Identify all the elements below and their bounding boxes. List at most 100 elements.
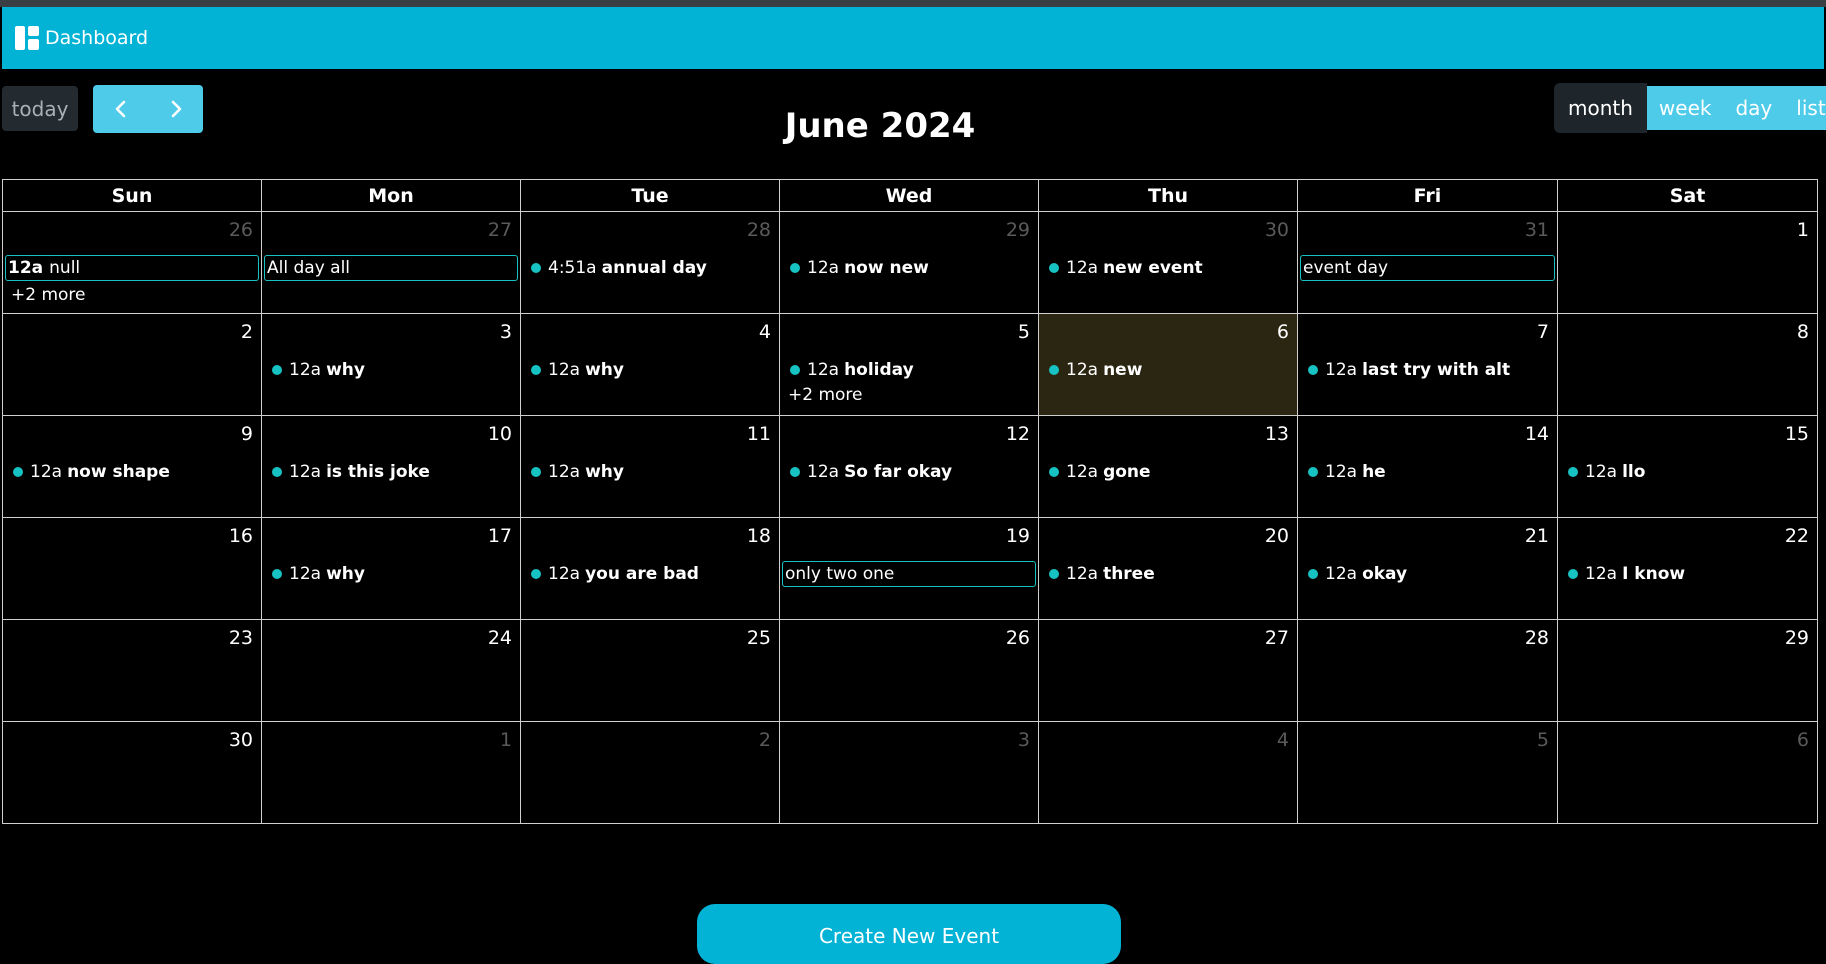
timed-event[interactable]: 12a gone bbox=[1041, 459, 1295, 485]
day-number[interactable]: 27 bbox=[488, 219, 512, 241]
day-number[interactable]: 10 bbox=[488, 423, 512, 445]
day-number[interactable]: 22 bbox=[1785, 525, 1809, 547]
day-number[interactable]: 29 bbox=[1785, 627, 1809, 649]
day-cell[interactable]: 28 bbox=[1297, 619, 1558, 722]
timed-event[interactable]: 12a now shape bbox=[5, 459, 259, 485]
day-cell[interactable]: 26 12a null +2 more bbox=[2, 211, 262, 314]
day-number[interactable]: 20 bbox=[1265, 525, 1289, 547]
day-cell[interactable]: 2 bbox=[2, 313, 262, 416]
day-number[interactable]: 25 bbox=[747, 627, 771, 649]
day-cell[interactable]: 18 12a you are bad bbox=[520, 517, 780, 620]
day-number[interactable]: 1 bbox=[1797, 219, 1809, 241]
day-number[interactable]: 6 bbox=[1277, 321, 1289, 343]
more-events-link[interactable]: +2 more bbox=[5, 283, 259, 307]
day-cell[interactable]: 29 bbox=[1557, 619, 1818, 722]
allday-event[interactable]: only two one bbox=[782, 561, 1036, 587]
timed-event[interactable]: 12a three bbox=[1041, 561, 1295, 587]
day-cell[interactable]: 28 4:51a annual day bbox=[520, 211, 780, 314]
day-number[interactable]: 17 bbox=[488, 525, 512, 547]
day-cell[interactable]: 23 bbox=[2, 619, 262, 722]
day-cell[interactable]: 27 bbox=[1038, 619, 1298, 722]
day-cell[interactable]: 4 bbox=[1038, 721, 1298, 824]
allday-event[interactable]: All day all bbox=[264, 255, 518, 281]
day-cell[interactable]: 30 bbox=[2, 721, 262, 824]
day-number[interactable]: 8 bbox=[1797, 321, 1809, 343]
day-cell[interactable]: 6 12a new bbox=[1038, 313, 1298, 416]
day-cell[interactable]: 4 12a why bbox=[520, 313, 780, 416]
day-number[interactable]: 21 bbox=[1525, 525, 1549, 547]
day-cell[interactable]: 3 12a why bbox=[261, 313, 521, 416]
timed-event[interactable]: 12a new event bbox=[1041, 255, 1295, 281]
view-week-button[interactable]: week bbox=[1646, 86, 1724, 130]
day-cell[interactable]: 30 12a new event bbox=[1038, 211, 1298, 314]
view-month-button[interactable]: month bbox=[1554, 83, 1647, 133]
day-number[interactable]: 3 bbox=[500, 321, 512, 343]
timed-event[interactable]: 12a llo bbox=[1560, 459, 1815, 485]
timed-event[interactable]: 12a new bbox=[1041, 357, 1295, 383]
day-number[interactable]: 14 bbox=[1525, 423, 1549, 445]
day-number[interactable]: 1 bbox=[500, 729, 512, 751]
day-number[interactable]: 11 bbox=[747, 423, 771, 445]
day-cell[interactable]: 25 bbox=[520, 619, 780, 722]
create-event-button[interactable]: Create New Event bbox=[697, 904, 1121, 964]
timed-event[interactable]: 12a why bbox=[523, 357, 777, 383]
more-events-link[interactable]: +2 more bbox=[782, 383, 1036, 407]
timed-event[interactable]: 4:51a annual day bbox=[523, 255, 777, 281]
day-cell[interactable]: 19 only two one bbox=[779, 517, 1039, 620]
day-number[interactable]: 13 bbox=[1265, 423, 1289, 445]
day-cell[interactable]: 7 12a last try with alt bbox=[1297, 313, 1558, 416]
day-cell[interactable]: 8 bbox=[1557, 313, 1818, 416]
day-number[interactable]: 16 bbox=[229, 525, 253, 547]
day-number[interactable]: 30 bbox=[229, 729, 253, 751]
day-number[interactable]: 26 bbox=[229, 219, 253, 241]
view-day-button[interactable]: day bbox=[1723, 86, 1785, 130]
day-number[interactable]: 7 bbox=[1537, 321, 1549, 343]
day-cell[interactable]: 9 12a now shape bbox=[2, 415, 262, 518]
day-cell[interactable]: 15 12a llo bbox=[1557, 415, 1818, 518]
day-number[interactable]: 4 bbox=[1277, 729, 1289, 751]
day-cell[interactable]: 13 12a gone bbox=[1038, 415, 1298, 518]
day-number[interactable]: 6 bbox=[1797, 729, 1809, 751]
timed-event[interactable]: 12a is this joke bbox=[264, 459, 518, 485]
day-number[interactable]: 28 bbox=[747, 219, 771, 241]
timed-event[interactable]: 12a you are bad bbox=[523, 561, 777, 587]
day-number[interactable]: 2 bbox=[241, 321, 253, 343]
day-cell[interactable]: 11 12a why bbox=[520, 415, 780, 518]
day-cell[interactable]: 16 bbox=[2, 517, 262, 620]
day-cell[interactable]: 20 12a three bbox=[1038, 517, 1298, 620]
day-number[interactable]: 31 bbox=[1525, 219, 1549, 241]
day-cell[interactable]: 3 bbox=[779, 721, 1039, 824]
allday-event[interactable]: event day bbox=[1300, 255, 1555, 281]
day-number[interactable]: 3 bbox=[1018, 729, 1030, 751]
day-number[interactable]: 4 bbox=[759, 321, 771, 343]
day-number[interactable]: 15 bbox=[1785, 423, 1809, 445]
dashboard-link[interactable]: Dashboard bbox=[14, 25, 148, 51]
day-number[interactable]: 5 bbox=[1018, 321, 1030, 343]
day-number[interactable]: 18 bbox=[747, 525, 771, 547]
day-cell[interactable]: 14 12a he bbox=[1297, 415, 1558, 518]
timed-event[interactable]: 12a why bbox=[523, 459, 777, 485]
timed-event[interactable]: 12a I know bbox=[1560, 561, 1815, 587]
day-number[interactable]: 30 bbox=[1265, 219, 1289, 241]
day-number[interactable]: 9 bbox=[241, 423, 253, 445]
timed-event[interactable]: 12a okay bbox=[1300, 561, 1555, 587]
day-number[interactable]: 2 bbox=[759, 729, 771, 751]
timed-event[interactable]: 12a now new bbox=[782, 255, 1036, 281]
day-number[interactable]: 28 bbox=[1525, 627, 1549, 649]
day-number[interactable]: 24 bbox=[488, 627, 512, 649]
timed-event[interactable]: 12a why bbox=[264, 357, 518, 383]
view-list-button[interactable]: list bbox=[1784, 86, 1826, 130]
day-cell[interactable]: 10 12a is this joke bbox=[261, 415, 521, 518]
day-number[interactable]: 5 bbox=[1537, 729, 1549, 751]
day-cell[interactable]: 21 12a okay bbox=[1297, 517, 1558, 620]
day-cell[interactable]: 27 All day all bbox=[261, 211, 521, 314]
day-cell[interactable]: 1 bbox=[261, 721, 521, 824]
timed-event[interactable]: 12a So far okay bbox=[782, 459, 1036, 485]
day-number[interactable]: 19 bbox=[1006, 525, 1030, 547]
day-cell[interactable]: 1 bbox=[1557, 211, 1818, 314]
day-cell[interactable]: 22 12a I know bbox=[1557, 517, 1818, 620]
timed-event[interactable]: 12a he bbox=[1300, 459, 1555, 485]
day-cell[interactable]: 5 12a holiday +2 more bbox=[779, 313, 1039, 416]
day-cell[interactable]: 31 event day bbox=[1297, 211, 1558, 314]
timed-event[interactable]: 12a holiday bbox=[782, 357, 1036, 383]
